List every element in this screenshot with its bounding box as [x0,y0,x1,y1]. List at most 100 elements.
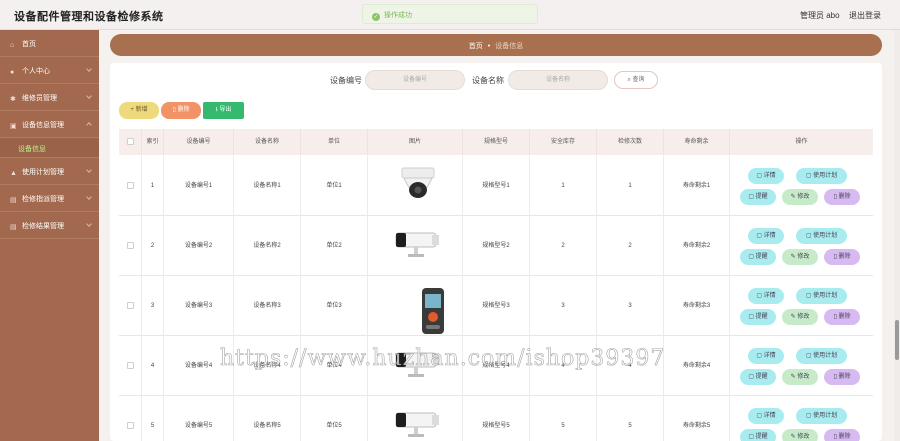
watermark: https://www.huzhan.com/ishop39397 [220,346,666,372]
delete-button[interactable]: ▯ 删除 [824,429,860,441]
remind-button[interactable]: ▢ 提醒 [740,369,776,385]
row-actions: ▢ 详情 ▢ 使用计划 ▢ 提醒 ✎ 修改 ▯ 删除 [730,396,873,441]
edit-button[interactable]: ✎ 修改 [782,369,818,385]
edit-button[interactable]: ✎ 修改 [782,309,818,325]
header-checkbox-cell[interactable] [119,129,142,155]
cell-model: 规格型号2 [463,216,530,276]
edit-button[interactable]: ✎ 修改 [782,249,818,265]
detail-button[interactable]: ▢ 详情 [748,408,784,424]
bullet-camera-image [388,227,448,279]
bell-icon: ▢ [748,254,754,260]
app-title: 设备配件管理和设备检修系统 [14,11,164,23]
remind-button[interactable]: ▢ 提醒 [740,189,776,205]
cell-image [368,396,463,441]
device-name-label: 设备名称 [472,76,504,85]
export-button[interactable]: ⭳ 导出 [203,102,244,119]
delete-button[interactable]: ▯ 删除 [824,249,860,265]
row-checkbox-cell[interactable] [119,276,142,336]
sidebar-item-plan[interactable]: ▲ 使用计划管理 [0,158,99,185]
detail-button[interactable]: ▢ 详情 [748,168,784,184]
gear-icon: ✱ [10,96,16,103]
chevron-up-icon [86,122,92,128]
device-name-input[interactable]: 设备名称 [508,70,608,90]
edit-button[interactable]: ✎ 修改 [782,189,818,205]
header-name: 设备名称 [234,129,301,155]
row-checkbox[interactable] [126,301,134,309]
chevron-down-icon [86,93,92,99]
sidebar-item-repairman[interactable]: ✱ 维修员管理 [0,84,99,111]
delete-button[interactable]: ▯ 删除 [824,189,860,205]
header-life: 寿命剩余 [664,129,730,155]
cell-unit: 单位5 [301,396,368,441]
row-checkbox[interactable] [126,181,134,189]
sidebar-subitem-device-info[interactable]: 设备信息 [0,138,99,158]
scrollbar-thumb[interactable] [895,320,899,360]
edit-button[interactable]: ✎ 修改 [782,429,818,441]
cell-code: 设备编号1 [164,156,234,216]
cell-stock: 2 [530,216,597,276]
breadcrumb-home[interactable]: 首页 [469,43,483,50]
cell-stock: 5 [530,396,597,441]
cell-life: 寿命剩余4 [664,336,730,396]
cell-index: 2 [142,216,164,276]
user-icon: ● [10,69,15,76]
detail-button[interactable]: ▢ 详情 [748,348,784,364]
cell-index: 5 [142,396,164,441]
cell-stock: 1 [530,156,597,216]
cell-model: 规格型号1 [463,156,530,216]
remind-label: 提醒 [755,314,768,320]
sidebar-item-device[interactable]: ▣ 设备信息管理 [0,111,99,138]
cell-unit: 单位1 [301,156,368,216]
detail-label: 详情 [763,293,776,299]
select-all-checkbox[interactable] [126,137,134,145]
bell-icon: ▢ [748,434,754,440]
cell-image [368,276,463,336]
row-checkbox[interactable] [126,361,134,369]
sidebar-item-label: 首页 [22,41,36,48]
cell-repairs: 3 [597,276,664,336]
bell-icon: ▢ [748,314,754,320]
edit-label: 修改 [797,254,810,260]
trash-icon: ▯ [833,254,837,260]
edit-label: 修改 [797,194,810,200]
row-checkbox-cell[interactable] [119,156,142,216]
query-button[interactable]: ⌕ 查询 [614,71,658,89]
row-actions: ▢ 详情 ▢ 使用计划 ▢ 提醒 ✎ 修改 ▯ 删除 [730,216,873,276]
page-scrollbar[interactable] [894,30,900,441]
row-checkbox-cell[interactable] [119,336,142,396]
usage-plan-button[interactable]: ▢ 使用计划 [796,408,847,424]
detail-button[interactable]: ▢ 详情 [748,228,784,244]
logout-link[interactable]: 退出登录 [849,10,881,21]
remind-button[interactable]: ▢ 提醒 [740,429,776,441]
delete-button[interactable]: ▯ 删除 [824,369,860,385]
bulk-delete-button[interactable]: ▯ 删除 [161,102,201,119]
row-checkbox-cell[interactable] [119,396,142,441]
remind-button[interactable]: ▢ 提醒 [740,249,776,265]
sidebar-item-assign[interactable]: ▤ 检修指派管理 [0,185,99,212]
row-checkbox[interactable] [126,241,134,249]
row-checkbox-cell[interactable] [119,216,142,276]
sidebar-item-result[interactable]: ▤ 检修结果管理 [0,212,99,239]
delete-label: 删除 [838,434,851,440]
remind-button[interactable]: ▢ 提醒 [740,309,776,325]
add-label: 新增 [135,107,148,113]
cell-code: 设备编号2 [164,216,234,276]
usage-plan-button[interactable]: ▢ 使用计划 [796,288,847,304]
cell-unit: 单位3 [301,276,368,336]
sidebar-item-profile[interactable]: ● 个人中心 [0,57,99,84]
usage-plan-button[interactable]: ▢ 使用计划 [796,228,847,244]
usage-plan-button[interactable]: ▢ 使用计划 [796,348,847,364]
detail-button[interactable]: ▢ 详情 [748,288,784,304]
device-code-input[interactable]: 设备编号 [365,70,465,90]
header-code: 设备编号 [164,129,234,155]
add-button[interactable]: + 新增 [119,102,159,119]
dome-camera-image [388,165,448,217]
row-actions: ▢ 详情 ▢ 使用计划 ▢ 提醒 ✎ 修改 ▯ 删除 [730,276,873,336]
row-checkbox[interactable] [126,421,134,429]
chevron-down-icon [86,66,92,72]
delete-button[interactable]: ▯ 删除 [824,309,860,325]
sidebar-item-home[interactable]: ⌂ 首页 [0,30,99,57]
cell-image [368,156,463,216]
chevron-down-icon [86,221,92,227]
usage-plan-button[interactable]: ▢ 使用计划 [796,168,847,184]
